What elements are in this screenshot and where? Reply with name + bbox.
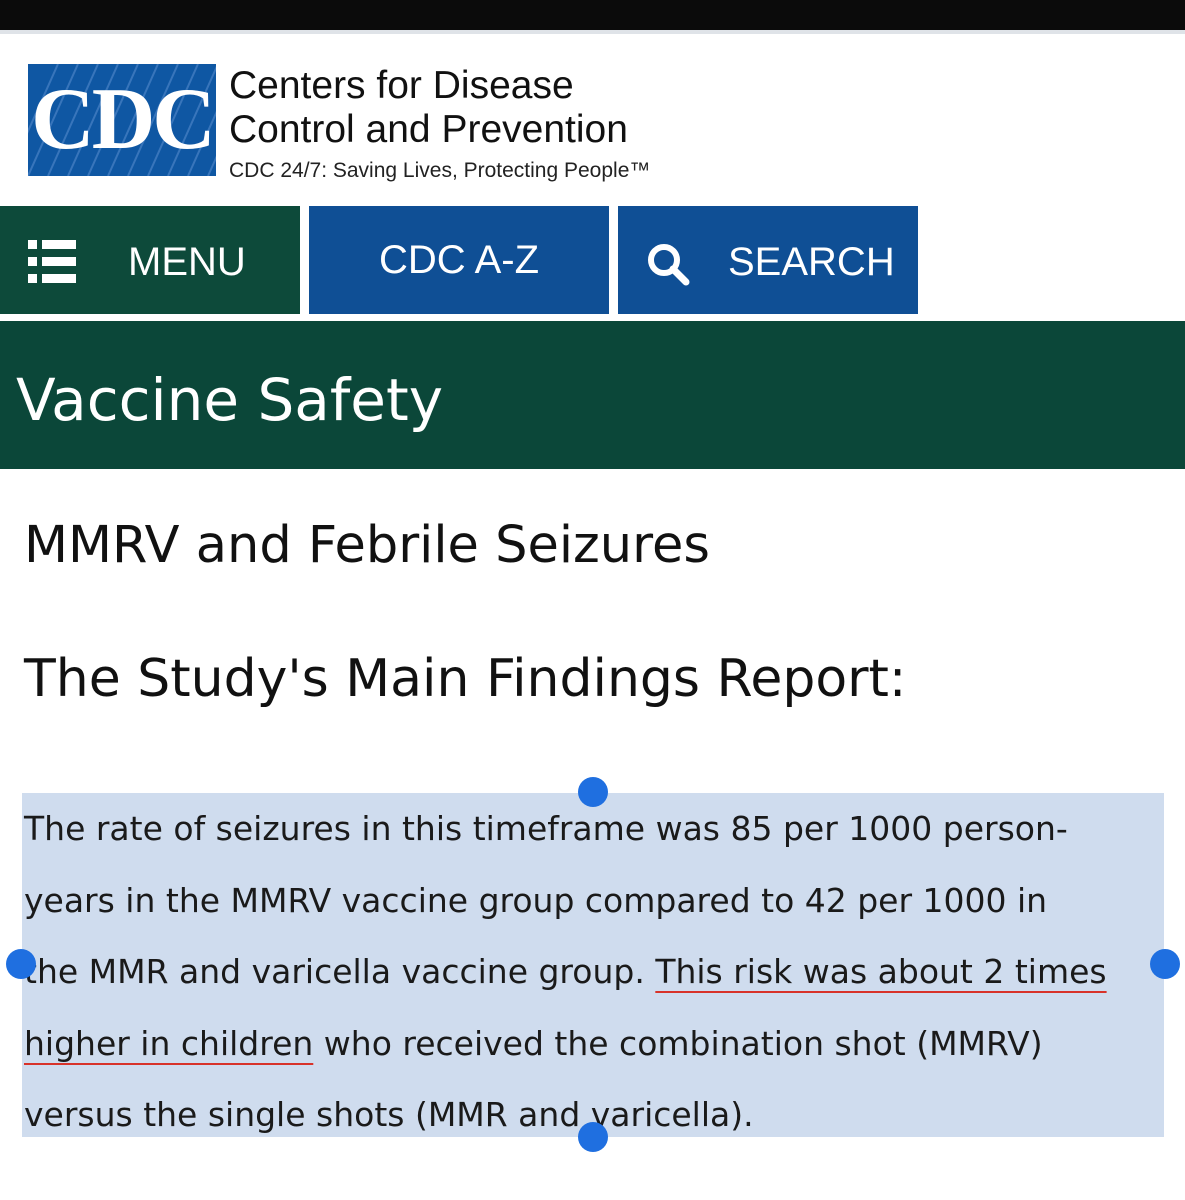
tagline: CDC 24/7: Saving Lives, Protecting Peopl… bbox=[229, 159, 651, 182]
section-banner: Vaccine Safety bbox=[0, 321, 1185, 469]
logo-letters: CDC bbox=[31, 71, 216, 168]
list-menu-icon bbox=[28, 240, 76, 283]
paragraph-line-3-text: the MMR and varicella vaccine group. bbox=[24, 952, 656, 991]
selection-handle-left[interactable] bbox=[6, 949, 36, 979]
paragraph-line-3: the MMR and varicella vaccine group. Thi… bbox=[24, 936, 1160, 1008]
menu-button[interactable]: MENU bbox=[0, 206, 300, 314]
search-label: SEARCH bbox=[728, 240, 895, 284]
menu-label: MENU bbox=[128, 240, 246, 284]
status-bar-divider bbox=[0, 30, 1185, 34]
section-title: The Study's Main Findings Report: bbox=[24, 649, 907, 709]
org-name-line2: Control and Prevention bbox=[229, 108, 628, 151]
cdc-a-z-button[interactable]: CDC A-Z bbox=[309, 206, 609, 314]
selection-handle-right[interactable] bbox=[1150, 949, 1180, 979]
logo-text-block: Centers for Disease Control and Preventi… bbox=[229, 64, 650, 184]
banner-title[interactable]: Vaccine Safety bbox=[16, 365, 443, 435]
paragraph-line-4-text: who received the combination shot (MMRV) bbox=[313, 1023, 1043, 1063]
findings-paragraph[interactable]: The rate of seizures in this timeframe w… bbox=[24, 793, 1160, 1151]
paragraph-line-2: years in the MMRV vaccine group compared… bbox=[24, 880, 1048, 920]
underlined-children-text: higher in children bbox=[24, 1023, 314, 1063]
cdc-a-z-label: CDC A-Z bbox=[379, 237, 539, 282]
selection-handle-top[interactable] bbox=[578, 777, 608, 807]
selection-handle-bottom[interactable] bbox=[578, 1122, 608, 1152]
paragraph-line-4: higher in children who received the comb… bbox=[24, 1008, 1160, 1080]
cdc-logo[interactable]: CDC bbox=[28, 64, 216, 176]
org-name-line1: Centers for Disease bbox=[229, 64, 574, 107]
page-title: MMRV and Febrile Seizures bbox=[24, 516, 710, 575]
device-status-bar bbox=[0, 0, 1185, 30]
search-icon bbox=[648, 244, 690, 286]
underlined-risk-text: This risk was about 2 times bbox=[655, 952, 1107, 991]
